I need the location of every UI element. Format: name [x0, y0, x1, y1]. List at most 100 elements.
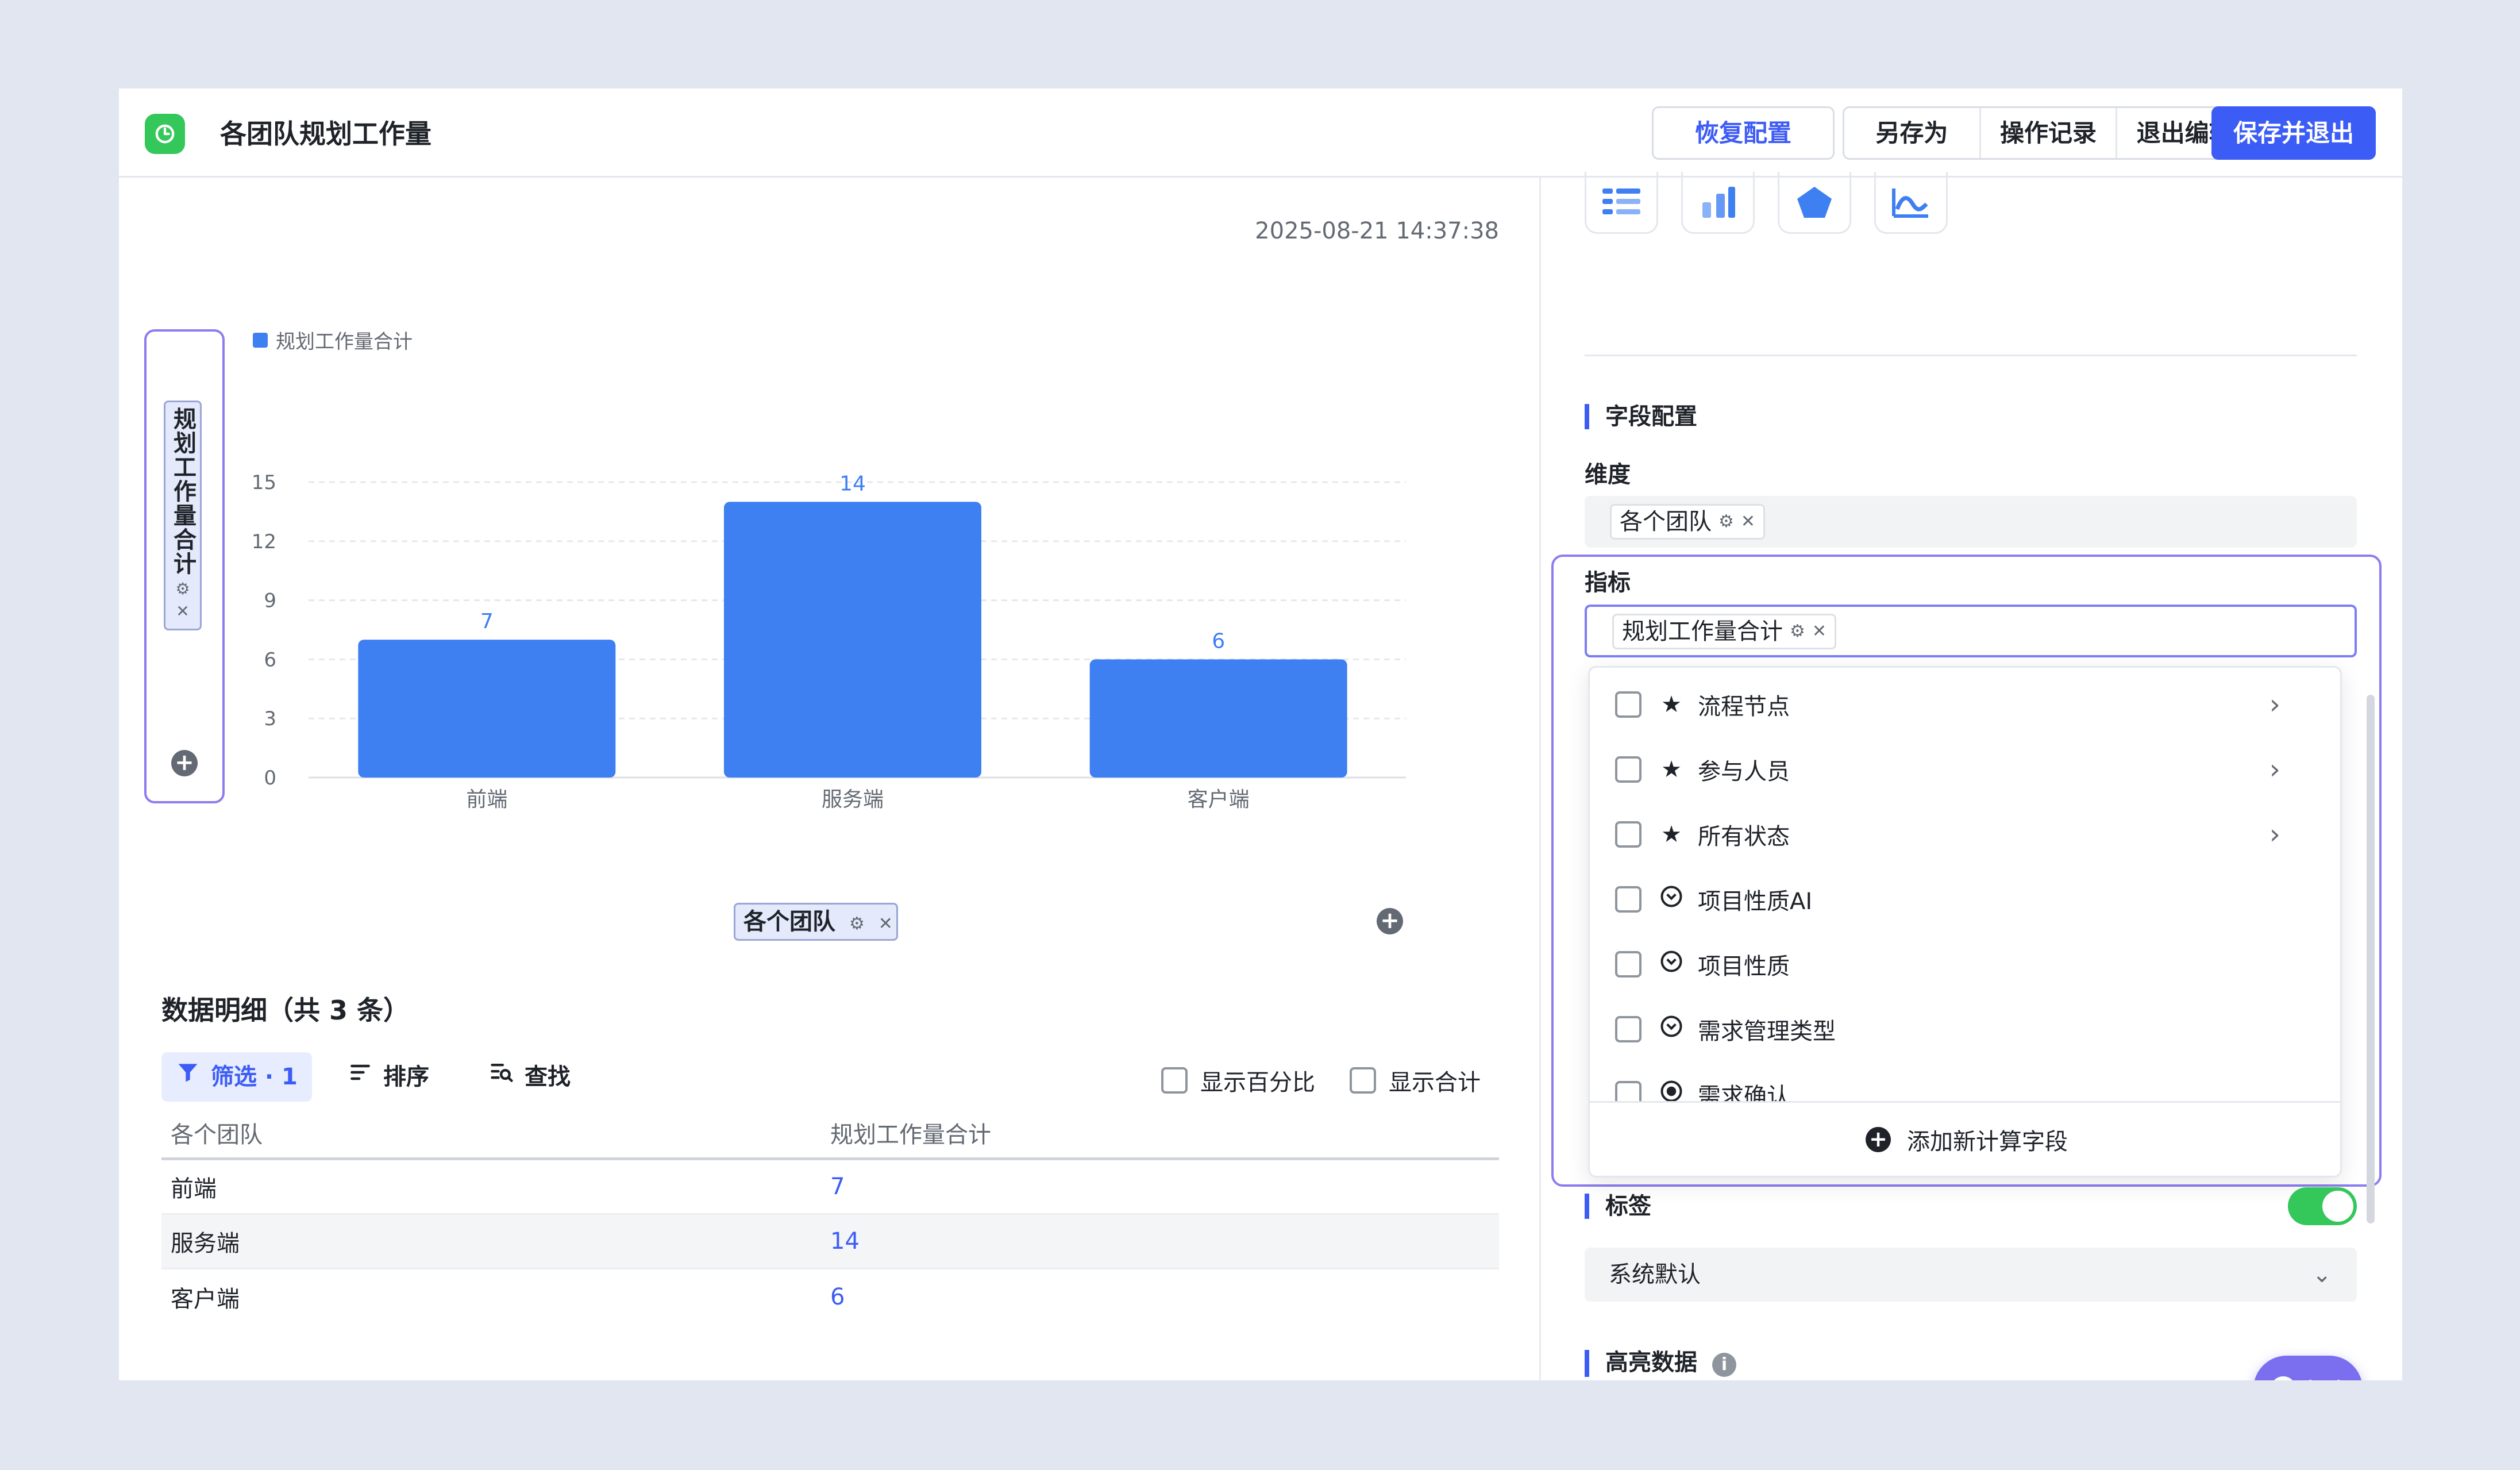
- chevron-circle-icon: [1658, 1014, 1685, 1045]
- dropdown-item[interactable]: 需求管理类型: [1590, 997, 2340, 1061]
- find-icon: [489, 1052, 514, 1102]
- label-toggle[interactable]: [2288, 1187, 2357, 1225]
- chart-type-selector: [1585, 172, 1971, 234]
- add-x-field-icon[interactable]: +: [1377, 908, 1403, 934]
- close-icon[interactable]: ✕: [1741, 505, 1755, 538]
- data-label: 14: [839, 472, 866, 495]
- checkbox-box[interactable]: [1615, 821, 1642, 848]
- chart-preview-pane: 2025-08-21 14:37:38 规划工作量合计 ⚙ ✕ + 规划工作量合…: [119, 178, 1539, 1380]
- close-icon[interactable]: ✕: [878, 914, 893, 934]
- show-percent-label: 显示百分比: [1200, 1069, 1315, 1096]
- table-row: 客户端 6: [161, 1269, 1499, 1324]
- add-calc-field-button[interactable]: + 添加新计算字段: [1590, 1101, 2340, 1176]
- dimension-chip[interactable]: 各个团队 ⚙ ✕: [1610, 504, 1766, 540]
- add-circle-icon: +: [1866, 1126, 1891, 1152]
- chevron-right-icon[interactable]: ›: [2269, 753, 2280, 786]
- y-tick-label: 0: [264, 767, 276, 790]
- line-chart-icon: [1892, 188, 1928, 218]
- dropdown-item[interactable]: ★ 参与人员 ›: [1590, 737, 2340, 802]
- chart-type-table[interactable]: [1585, 172, 1658, 234]
- operation-history-button[interactable]: 操作记录: [1981, 108, 2118, 158]
- dropdown-item[interactable]: 项目性质AI: [1590, 867, 2340, 932]
- restore-config-button[interactable]: 恢复配置: [1652, 106, 1835, 160]
- checkbox-box[interactable]: [1615, 756, 1642, 783]
- dropdown-item[interactable]: ★ 所有状态 ›: [1590, 802, 2340, 867]
- metric-chip[interactable]: 规划工作量合计 ⚙ ✕: [1612, 614, 1837, 649]
- checkbox-box[interactable]: [1615, 691, 1642, 718]
- y-tick-label: 15: [252, 471, 276, 494]
- x-axis-field-label: 各个团队: [743, 909, 835, 935]
- add-calc-field-label: 添加新计算字段: [1907, 1128, 2068, 1155]
- star-list-icon: ★: [1661, 691, 1682, 718]
- metric-field-input[interactable]: 规划工作量合计 ⚙ ✕: [1585, 605, 2357, 657]
- data-label: 7: [480, 610, 494, 633]
- dropdown-item[interactable]: 项目性质: [1590, 932, 2340, 996]
- gear-icon[interactable]: ⚙: [1718, 505, 1734, 538]
- action-button-group: 另存为 操作记录 退出编辑: [1843, 106, 2254, 160]
- sort-label: 排序: [383, 1064, 429, 1090]
- checkbox-box[interactable]: [1161, 1067, 1188, 1094]
- y-tick-label: 6: [264, 648, 276, 671]
- y-tick-label: 12: [252, 530, 276, 553]
- table-chart-icon: [1602, 188, 1640, 214]
- x-axis-field-chip[interactable]: 各个团队 ⚙ ✕: [734, 903, 898, 941]
- field-config-title: 字段配置: [1585, 404, 1697, 429]
- table-row: 前端 7: [161, 1160, 1499, 1215]
- help-button[interactable]: ? 帮助: [2253, 1356, 2363, 1380]
- data-detail-table: 各个团队 规划工作量合计 前端 7 服务端 14 客户端 6: [161, 1107, 1499, 1324]
- dropdown-item[interactable]: ★ 流程节点 ›: [1590, 672, 2340, 737]
- checkbox-box[interactable]: [1615, 1016, 1642, 1042]
- page-title: 各团队规划工作量: [220, 118, 431, 149]
- dimension-chip-label: 各个团队: [1620, 509, 1712, 535]
- info-icon[interactable]: i: [1712, 1353, 1736, 1377]
- column-header-workload[interactable]: 规划工作量合计: [830, 1116, 1499, 1149]
- dropdown-item-label: 流程节点: [1698, 694, 1790, 720]
- star-list-icon: ★: [1661, 821, 1682, 848]
- checkbox-box[interactable]: [1350, 1067, 1376, 1094]
- chevron-right-icon[interactable]: ›: [2269, 688, 2280, 721]
- x-tick-label: 服务端: [822, 788, 884, 811]
- metric-chip-label: 规划工作量合计: [1622, 618, 1783, 645]
- checkbox-box[interactable]: [1615, 951, 1642, 978]
- section-divider: [1585, 355, 2357, 356]
- highlight-section-title: 高亮数据 i: [1585, 1350, 1736, 1377]
- column-header-team[interactable]: 各个团队: [161, 1116, 830, 1149]
- config-scrollbar[interactable]: [2367, 695, 2375, 1223]
- y-tick-label: 9: [264, 590, 276, 613]
- chevron-down-icon: ⌄: [2312, 1261, 2332, 1288]
- dropdown-item-label: 需求管理类型: [1698, 1018, 1836, 1045]
- label-style-select[interactable]: 系统默认 ⌄: [1585, 1248, 2357, 1302]
- filter-label: 筛选 · 1: [211, 1064, 298, 1090]
- chart-type-line[interactable]: [1874, 172, 1948, 234]
- show-total-checkbox[interactable]: 显示合计: [1350, 1064, 1481, 1097]
- cell-value[interactable]: 14: [830, 1228, 1499, 1254]
- cell-value[interactable]: 6: [830, 1284, 1499, 1310]
- star-list-icon: ★: [1661, 756, 1682, 783]
- app-logo-icon: [145, 114, 185, 154]
- show-percent-checkbox[interactable]: 显示百分比: [1161, 1064, 1315, 1097]
- dimension-label: 维度: [1585, 461, 1631, 488]
- dropdown-item-label: 项目性质: [1698, 953, 1790, 980]
- gear-icon[interactable]: ⚙: [849, 914, 865, 934]
- save-and-exit-button[interactable]: 保存并退出: [2211, 106, 2376, 160]
- filter-icon: [175, 1052, 201, 1102]
- cell-team: 客户端: [171, 1286, 240, 1313]
- bar-chart-icon: [1702, 186, 1735, 218]
- label-section-title: 标签: [1585, 1194, 1651, 1219]
- close-icon[interactable]: ✕: [1812, 615, 1827, 648]
- save-as-button[interactable]: 另存为: [1844, 108, 1981, 158]
- chevron-circle-icon: [1658, 884, 1685, 915]
- checkbox-box[interactable]: [1615, 886, 1642, 913]
- find-button[interactable]: 查找: [489, 1052, 571, 1102]
- dimension-field-box[interactable]: 各个团队 ⚙ ✕: [1585, 496, 2357, 548]
- data-label: 6: [1212, 629, 1225, 653]
- chart-type-radar[interactable]: [1778, 172, 1851, 234]
- chart-type-bar[interactable]: [1681, 172, 1755, 234]
- gear-icon[interactable]: ⚙: [1790, 615, 1805, 648]
- sort-button[interactable]: 排序: [348, 1052, 429, 1102]
- filter-button[interactable]: 筛选 · 1: [161, 1052, 312, 1102]
- chevron-right-icon[interactable]: ›: [2269, 818, 2280, 851]
- cell-value[interactable]: 7: [830, 1173, 1499, 1200]
- dropdown-item-label: 所有状态: [1698, 823, 1790, 850]
- app-window: 各团队规划工作量 恢复配置 另存为 操作记录 退出编辑 保存并退出 2025-0…: [119, 88, 2402, 1380]
